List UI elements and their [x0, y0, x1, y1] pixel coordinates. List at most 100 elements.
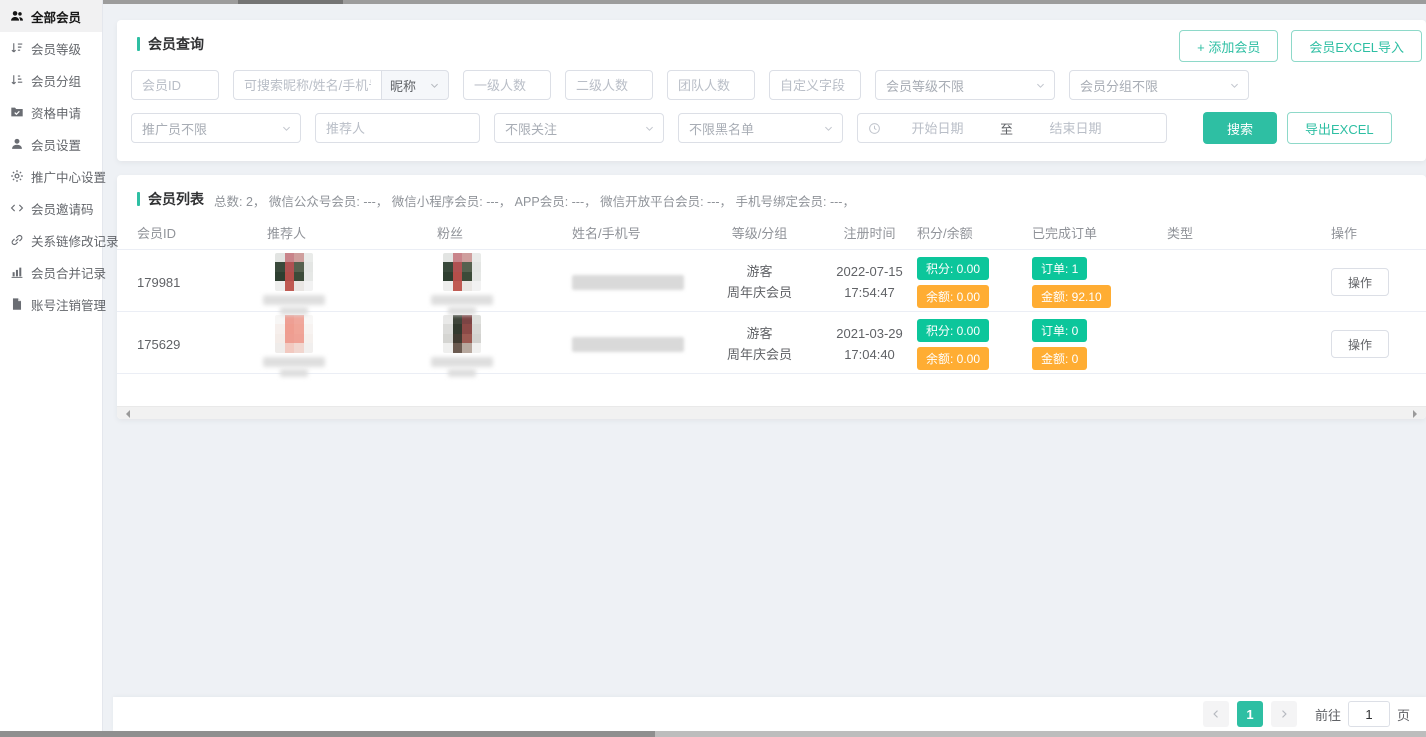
sidebar-item-relation-chain-records[interactable]: 关系链修改记录: [0, 224, 102, 256]
title-accent-bar: [137, 192, 140, 206]
chevron-down-icon: [281, 123, 292, 134]
sidebar-item-member-groups[interactable]: 会员分组: [0, 64, 102, 96]
redacted-nickname: [448, 369, 476, 377]
member-id: 179981: [137, 275, 237, 290]
sidebar-item-member-levels[interactable]: 会员等级: [0, 32, 102, 64]
filter-search-keyword[interactable]: 昵称: [233, 70, 449, 100]
filter-level2-count[interactable]: [565, 70, 653, 100]
gear-icon: [10, 169, 24, 183]
title-accent-bar: [137, 37, 140, 51]
points-balance-cell: 积分: 0.00 余额: 0.00: [917, 319, 1032, 370]
level-group-cell: 游客周年庆会员: [697, 261, 822, 304]
sidebar-item-all-members[interactable]: 全部会员: [0, 0, 102, 32]
chevron-left-icon: [1210, 708, 1222, 720]
table-horizontal-scrollbar[interactable]: [117, 406, 1426, 419]
sidebar-item-member-invite-code[interactable]: 会员邀请码: [0, 192, 102, 224]
points-badge: 积分: 0.00: [917, 319, 989, 342]
excel-import-button[interactable]: 会员EXCEL导入: [1291, 30, 1422, 62]
orders-cell: 订单: 0金额: 0: [1032, 319, 1167, 370]
points-balance-cell: 积分: 0.00余额: 0.00: [917, 257, 1032, 308]
register-date: 2021-03-29: [822, 323, 917, 344]
bar-chart-icon: [10, 265, 24, 279]
sidebar-item-label: 会员设置: [31, 135, 81, 154]
top-horizontal-scrollbar[interactable]: [103, 0, 1426, 4]
column-header: 注册时间: [822, 223, 917, 242]
sort-alpha-icon: [10, 73, 24, 87]
column-header: 已完成订单: [1032, 223, 1167, 242]
select-value: 不限黑名单: [689, 119, 754, 138]
sort-numeric-icon: [10, 41, 24, 55]
chevron-down-icon: [1229, 80, 1240, 91]
row-action-button[interactable]: 操作: [1331, 330, 1389, 358]
sidebar-item-qualification-apply[interactable]: 资格申请: [0, 96, 102, 128]
scrollbar-thumb[interactable]: [0, 731, 655, 737]
select-value: 不限关注: [505, 119, 557, 138]
sidebar-item-label: 全部会员: [31, 7, 81, 26]
column-header: 类型: [1167, 223, 1317, 242]
current-page-button[interactable]: 1: [1237, 701, 1263, 727]
sidebar-item-account-cancellation[interactable]: 账号注销管理: [0, 288, 102, 320]
row-action-button[interactable]: 操作: [1331, 268, 1389, 296]
query-panel-title-text: 会员查询: [148, 34, 204, 54]
filter-date-range[interactable]: 至: [857, 113, 1167, 143]
chevron-down-icon: [823, 123, 834, 134]
select-value: 推广员不限: [142, 119, 207, 138]
orders-cell: 订单: 1金额: 92.10: [1032, 257, 1167, 308]
search-button[interactable]: 搜索: [1203, 112, 1277, 144]
filter-member-level[interactable]: 会员等级不限: [875, 70, 1055, 100]
referrer-cell: [259, 315, 329, 377]
sidebar-item-member-merge-records[interactable]: 会员合并记录: [0, 256, 102, 288]
sidebar-item-label: 资格申请: [31, 103, 81, 122]
level-group-cell: 游客周年庆会员: [697, 323, 822, 366]
redacted-nickname: [263, 357, 325, 367]
select-value: 会员等级不限: [886, 76, 964, 95]
avatar: [443, 253, 481, 291]
sidebar-item-promotion-center-settings[interactable]: 推广中心设置: [0, 160, 102, 192]
filter-member-group[interactable]: 会员分组不限: [1069, 70, 1249, 100]
sidebar-item-member-settings[interactable]: 会员设置: [0, 128, 102, 160]
start-date-input[interactable]: [885, 121, 990, 136]
scroll-right-icon[interactable]: [1413, 410, 1421, 418]
page-unit-label: 页: [1397, 705, 1410, 724]
balance-badge: 余额: 0.00: [917, 347, 989, 370]
prev-page-button[interactable]: [1203, 701, 1229, 727]
amount-badge: 金额: 92.10: [1032, 285, 1111, 308]
redacted-nickname: [280, 307, 308, 315]
sidebar-item-label: 会员分组: [31, 71, 81, 90]
keyword-type-select[interactable]: 昵称: [381, 70, 449, 100]
code-icon: [10, 201, 24, 215]
add-member-button[interactable]: + 添加会员: [1179, 30, 1278, 62]
end-date-input[interactable]: [1023, 121, 1128, 136]
balance-badge: 余额: 0.00: [917, 285, 989, 308]
search-keyword-input[interactable]: [233, 70, 381, 100]
goto-label: 前往: [1315, 705, 1341, 724]
filter-custom-field[interactable]: [769, 70, 861, 100]
filter-follow-status[interactable]: 不限关注: [494, 113, 664, 143]
bottom-horizontal-scrollbar[interactable]: [0, 731, 1426, 737]
scrollbar-thumb[interactable]: [238, 0, 343, 4]
scroll-left-icon[interactable]: [122, 410, 130, 418]
filter-promoter[interactable]: 推广员不限: [131, 113, 301, 143]
search-actions: 搜索 导出EXCEL: [1203, 112, 1392, 144]
chevron-down-icon: [1035, 80, 1046, 91]
next-page-button[interactable]: [1271, 701, 1297, 727]
filter-blacklist[interactable]: 不限黑名单: [678, 113, 843, 143]
filter-team-count[interactable]: [667, 70, 755, 100]
chevron-down-icon: [429, 80, 440, 91]
redacted-nickname: [263, 295, 325, 305]
filter-level1-count[interactable]: [463, 70, 551, 100]
filter-referrer[interactable]: [315, 113, 480, 143]
export-excel-button[interactable]: 导出EXCEL: [1287, 112, 1392, 144]
redacted-nickname: [431, 357, 493, 367]
redacted-nickname: [280, 369, 308, 377]
column-header: 粉丝: [407, 223, 542, 242]
file-icon: [10, 297, 24, 311]
filter-member-id[interactable]: [131, 70, 219, 100]
referrer-cell: [259, 253, 329, 315]
folder-check-icon: [10, 105, 24, 119]
fans-cell: [427, 315, 497, 377]
sidebar-item-label: 会员邀请码: [31, 199, 94, 218]
goto-page-input[interactable]: [1348, 701, 1390, 727]
member-group: 周年庆会员: [697, 344, 822, 365]
register-time-cell: 2022-07-1517:54:47: [822, 261, 917, 304]
